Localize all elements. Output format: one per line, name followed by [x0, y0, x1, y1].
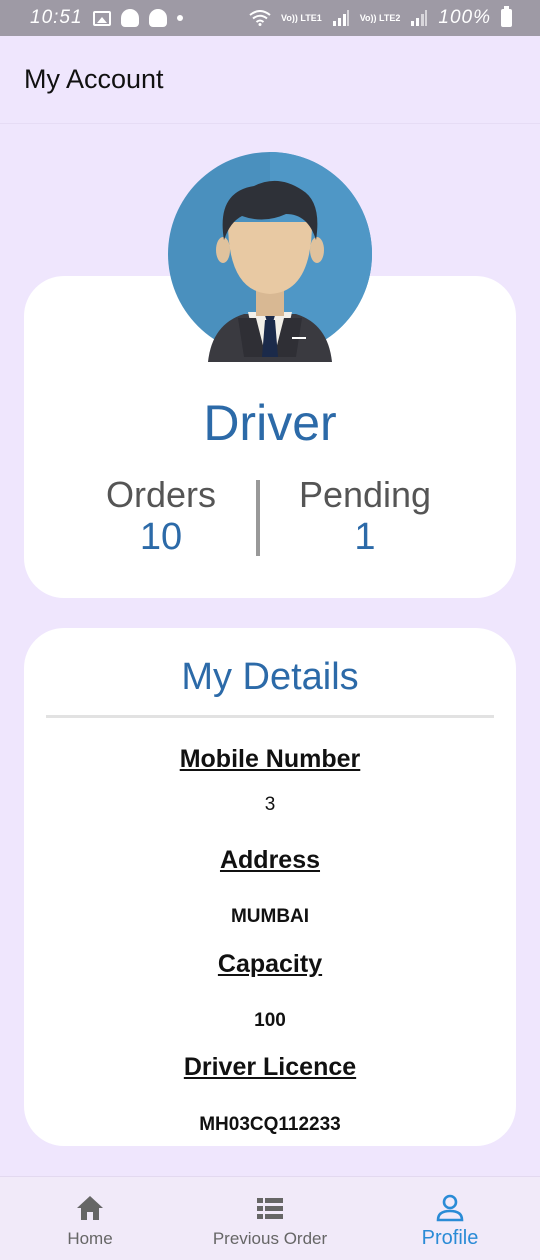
nav-profile-label: Profile — [421, 1227, 479, 1249]
user-role: Driver — [203, 395, 337, 451]
address-value: MUMBAI — [230, 906, 310, 927]
clock: 10:51 — [30, 7, 83, 28]
avatar — [168, 152, 372, 362]
nav-home-label: Home — [67, 1229, 113, 1248]
snapchat-notification-icon — [120, 9, 139, 27]
status-bar: 10:51 Vo)) LTE1 Vo)) LTE2 100% — [0, 0, 540, 36]
gallery-notification-icon — [92, 10, 111, 26]
capacity-value: 100 — [254, 1010, 286, 1031]
capacity-label: Capacity — [217, 950, 323, 978]
nav-previous-order-label: Previous Order — [212, 1229, 328, 1248]
nav-profile[interactable]: Profile — [400, 1177, 500, 1260]
battery-percent: 100% — [438, 7, 491, 28]
lte2-indicator: Vo)) LTE2 — [359, 12, 401, 23]
person-icon — [436, 1194, 464, 1222]
signal-icon — [332, 10, 349, 26]
list-icon — [257, 1198, 283, 1219]
pending-count: 1 — [354, 516, 376, 558]
wifi-icon — [249, 10, 271, 26]
orders-count: 10 — [139, 516, 183, 558]
driver-licence-value: MH03CQ112233 — [199, 1114, 341, 1135]
bottom-nav: Home Previous Order Profile — [0, 1176, 540, 1260]
battery-icon — [501, 6, 512, 27]
nav-previous-order[interactable]: Previous Order — [190, 1177, 350, 1260]
home-icon — [77, 1196, 103, 1220]
more-notifications-icon — [176, 15, 183, 21]
nav-home[interactable]: Home — [30, 1177, 150, 1260]
mobile-number-value: 3 — [264, 794, 276, 815]
orders-label: Orders — [105, 474, 217, 515]
lte1-indicator: Vo)) LTE1 — [281, 12, 322, 23]
stats-divider — [256, 480, 260, 556]
page-title: My Account — [24, 64, 164, 94]
address-label: Address — [219, 846, 321, 874]
details-divider — [46, 715, 494, 718]
pending-label: Pending — [298, 474, 432, 515]
snapchat-notification-icon-2 — [148, 9, 167, 27]
signal-icon-2 — [411, 10, 428, 26]
details-title: My Details — [181, 656, 359, 698]
mobile-number-label: Mobile Number — [179, 745, 361, 773]
driver-licence-label: Driver Licence — [183, 1053, 357, 1081]
app-bar: My Account — [0, 36, 540, 124]
